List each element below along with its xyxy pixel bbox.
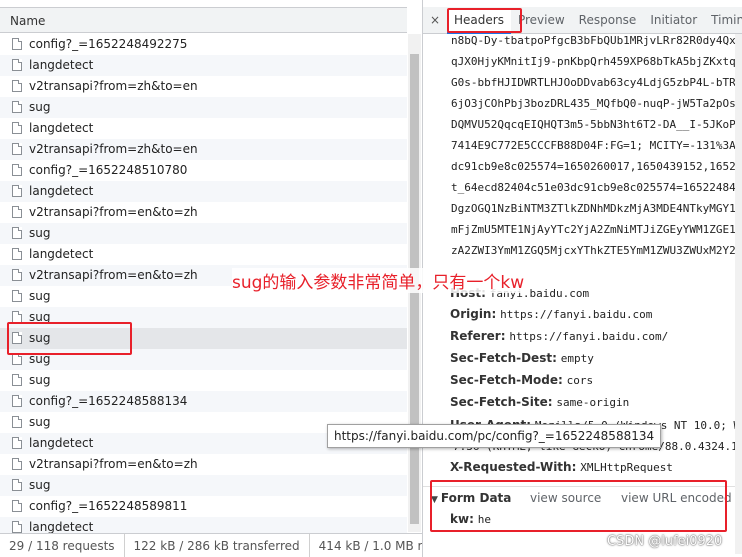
close-icon[interactable]: × bbox=[423, 7, 447, 33]
document-icon bbox=[12, 227, 22, 239]
document-icon bbox=[12, 80, 22, 92]
document-icon bbox=[12, 101, 22, 113]
document-icon bbox=[12, 164, 22, 176]
request-row[interactable]: v2transapi?from=zh&to=en bbox=[0, 76, 407, 97]
request-name: config?_=1652248492275 bbox=[29, 37, 188, 51]
header-sec-fetch-dest: Sec-Fetch-Dest: empty bbox=[450, 351, 594, 365]
resources-size: 414 kB / 1.0 MB resources bbox=[318, 539, 423, 553]
request-name: sug bbox=[29, 226, 51, 240]
cookie-value-line: n8bQ-Dy-tbatpoPfgcB3bFbQUb1MRjvLRr82R0dy… bbox=[451, 34, 742, 47]
form-data-highlight bbox=[430, 480, 727, 532]
sug-row-highlight bbox=[7, 322, 132, 355]
request-row[interactable]: langdetect bbox=[0, 118, 407, 139]
document-icon bbox=[12, 521, 22, 533]
cookie-value-line: dc91cb9e8c025574=1650260017,1650439152,1… bbox=[451, 160, 742, 173]
request-name: langdetect bbox=[29, 520, 94, 534]
header-x-requested-with: X-Requested-With: XMLHttpRequest bbox=[450, 460, 673, 474]
request-name: config?_=1652248510780 bbox=[29, 163, 188, 177]
cookie-value-line: 7414E9C772E5CCCFB88D04F:FG=1; MCITY=-131… bbox=[451, 139, 742, 152]
request-name: sug bbox=[29, 373, 51, 387]
request-row[interactable]: langdetect bbox=[0, 55, 407, 76]
request-row[interactable]: sug bbox=[0, 475, 407, 496]
request-row[interactable]: v2transapi?from=en&to=zh bbox=[0, 202, 407, 223]
document-icon bbox=[12, 59, 22, 71]
cookie-value-line: qJX0HjyKMnitIj9-pnKbpQrh459XP68bTkA5bjZK… bbox=[451, 55, 742, 68]
document-icon bbox=[12, 374, 22, 386]
request-name: config?_=1652248588134 bbox=[29, 394, 188, 408]
request-row[interactable]: sug bbox=[0, 370, 407, 391]
document-icon bbox=[12, 185, 22, 197]
request-row[interactable]: v2transapi?from=zh&to=en bbox=[0, 139, 407, 160]
request-name: langdetect bbox=[29, 436, 94, 450]
request-row[interactable]: langdetect bbox=[0, 244, 407, 265]
request-row[interactable]: config?_=1652248588134 bbox=[0, 391, 407, 412]
tab-timing[interactable]: Timing bbox=[704, 7, 742, 33]
request-row[interactable]: config?_=1652248492275 bbox=[0, 34, 407, 55]
request-name: sug bbox=[29, 478, 51, 492]
cookie-value-line: 6jO3jCOhPbj3bozDRL435_MQfbQ0-nuqP-jW5Ta2… bbox=[451, 97, 742, 110]
request-row[interactable]: config?_=1652248510780 bbox=[0, 160, 407, 181]
request-row[interactable]: v2transapi?from=en&to=zh bbox=[0, 454, 407, 475]
request-count: 29 / 118 requests bbox=[0, 534, 125, 557]
document-icon bbox=[12, 143, 22, 155]
document-icon bbox=[12, 479, 22, 491]
document-icon bbox=[12, 290, 22, 302]
request-name: v2transapi?from=en&to=zh bbox=[29, 205, 198, 219]
request-name: v2transapi?from=zh&to=en bbox=[29, 142, 198, 156]
annotation-text: sug的输入参数非常简单，只有一个kw bbox=[232, 268, 525, 293]
request-name: langdetect bbox=[29, 184, 94, 198]
request-row[interactable]: sug bbox=[0, 97, 407, 118]
request-row[interactable]: langdetect bbox=[0, 181, 407, 202]
network-status-bar: 29 / 118 requests 122 kB / 286 kB transfe… bbox=[0, 533, 422, 557]
request-row[interactable]: sug bbox=[0, 223, 407, 244]
request-name: v2transapi?from=zh&to=en bbox=[29, 79, 198, 93]
headers-content: n8bQ-Dy-tbatpoPfgcB3bFbQUb1MRjvLRr82R0dy… bbox=[423, 34, 742, 554]
cookie-value-line: mFjZmU5MTE1NjAyYTc2YjA2ZmNiMTJiZGEyYWM1Z… bbox=[451, 223, 742, 236]
document-icon bbox=[12, 416, 22, 428]
url-tooltip: https://fanyi.baidu.com/pc/config?_=1652… bbox=[327, 424, 662, 448]
request-name: langdetect bbox=[29, 121, 94, 135]
cookie-value-line: G0s-bbfHJIDWRTLHJOoDDvab63cy4LdjG5zbP4L-… bbox=[451, 76, 742, 89]
document-icon bbox=[12, 122, 22, 134]
cookie-value-line: t_64ecd82404c51e03dc91cb9e8c025574=16522… bbox=[451, 181, 742, 194]
tab-response[interactable]: Response bbox=[572, 7, 644, 33]
request-name: sug bbox=[29, 415, 51, 429]
header-sec-fetch-site: Sec-Fetch-Site: same-origin bbox=[450, 395, 630, 409]
tab-initiator[interactable]: Initiator bbox=[643, 7, 704, 33]
request-name: langdetect bbox=[29, 58, 94, 72]
document-icon bbox=[12, 206, 22, 218]
cookie-value-line: zA2ZWI3YmM1ZGQ5MjcxYThkZTE5YmM1ZWU3ZWUxM… bbox=[451, 244, 742, 257]
headers-tab-highlight bbox=[447, 8, 522, 33]
request-name: sug bbox=[29, 289, 51, 303]
document-icon bbox=[12, 500, 22, 512]
request-name: langdetect bbox=[29, 247, 94, 261]
cookie-value-line: DgzOGQ1NzBiNTM3ZTlkZDNhMDkzMjA3MDE4NTkyM… bbox=[451, 202, 742, 215]
request-name: v2transapi?from=en&to=zh bbox=[29, 268, 198, 282]
request-name: sug bbox=[29, 100, 51, 114]
document-icon bbox=[12, 248, 22, 260]
request-name: config?_=1652248589811 bbox=[29, 499, 188, 513]
detail-scrollbar[interactable] bbox=[735, 34, 742, 554]
header-referer: Referer: https://fanyi.baidu.com/ bbox=[450, 329, 669, 343]
cookie-value-line: DQMVU52QqcqEIQHQT3m5-5bbN3ht6T2-DA__I-5J… bbox=[451, 118, 742, 131]
document-icon bbox=[12, 437, 22, 449]
document-icon bbox=[12, 269, 22, 281]
document-icon bbox=[12, 38, 22, 50]
watermark: CSDN @lufei0920 bbox=[607, 534, 723, 549]
document-icon bbox=[12, 395, 22, 407]
document-icon bbox=[12, 458, 22, 470]
request-row[interactable]: config?_=1652248589811 bbox=[0, 496, 407, 517]
header-origin: Origin: https://fanyi.baidu.com bbox=[450, 307, 653, 321]
transferred-size: 122 kB / 286 kB transferred bbox=[125, 534, 310, 557]
header-sec-fetch-mode: Sec-Fetch-Mode: cors bbox=[450, 373, 594, 387]
name-column-header[interactable]: Name bbox=[0, 7, 407, 33]
request-name: v2transapi?from=en&to=zh bbox=[29, 457, 198, 471]
